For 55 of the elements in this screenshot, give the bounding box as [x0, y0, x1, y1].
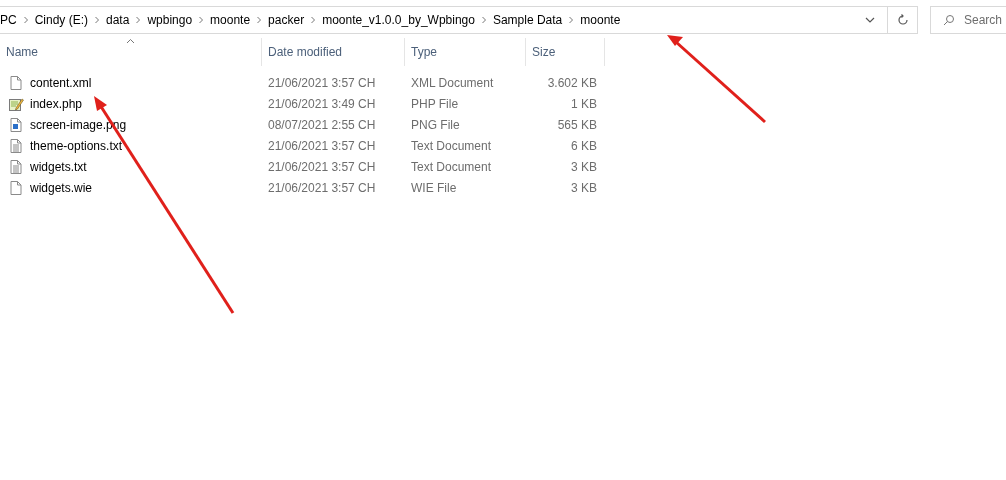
chevron-right-icon [479, 16, 488, 24]
search-icon [943, 14, 955, 26]
size-cell-text: 3 KB [570, 158, 598, 176]
file-name[interactable]: widgets.wie [30, 180, 93, 195]
size-cell-text: 6 KB [570, 137, 598, 155]
file-name[interactable]: theme-options.txt [30, 138, 123, 153]
chevron-right-icon [134, 16, 143, 24]
refresh-icon [896, 14, 909, 26]
breadcrumb-item[interactable]: Cindy (E:) [29, 13, 93, 27]
chevron-right-icon [255, 16, 264, 24]
breadcrumb-item[interactable]: moonte_v1.0.0_by_Wpbingo [317, 13, 480, 27]
date-cell-text: 21/06/2021 3:57 CH [267, 137, 377, 155]
column-header[interactable]: Date modified [262, 38, 405, 66]
type-cell-text: PNG File [410, 116, 461, 134]
size-cell-text: 565 KB [556, 116, 598, 134]
date-cell-text: 21/06/2021 3:49 CH [267, 95, 377, 113]
date-cell-text: 21/06/2021 3:57 CH [267, 74, 377, 92]
type-cell-text: Text Document [410, 137, 493, 155]
chevron-right-icon [309, 16, 318, 24]
breadcrumb-item[interactable]: Sample Data [487, 13, 568, 27]
text-file-icon [8, 137, 24, 154]
type-cell-text: WIE File [410, 179, 458, 197]
breadcrumb-item[interactable]: moonte [575, 13, 626, 27]
chevron-down-icon[interactable] [865, 16, 875, 24]
image-file-icon [8, 116, 24, 133]
breadcrumb-item[interactable]: packer [263, 13, 310, 27]
column-header[interactable]: Name [0, 38, 262, 66]
size-cell-text: 1 KB [570, 95, 598, 113]
type-cell-text: PHP File [410, 95, 460, 113]
breadcrumb-item[interactable]: PC [0, 13, 22, 27]
address-bar[interactable]: PC Cindy (E:) data wpbingo moonte packer moonte_v1.0.0_by_Wpbingo Sample Data moonte [0, 6, 918, 34]
column-header[interactable]: Type [405, 38, 526, 66]
date-cell-text: 08/07/2021 2:55 CH [267, 116, 377, 134]
size-cell-text: 3 KB [570, 179, 598, 197]
size-cell-text: 3.602 KB [546, 74, 598, 92]
type-cell-text: Text Document [410, 158, 493, 176]
date-cell-text: 21/06/2021 3:57 CH [267, 158, 377, 176]
search-field[interactable]: Search [930, 6, 1006, 34]
breadcrumb-item[interactable]: moonte [205, 13, 256, 27]
file-name[interactable]: content.xml [30, 75, 92, 90]
chevron-right-icon [21, 16, 30, 24]
breadcrumb-item[interactable]: data [101, 13, 135, 27]
file-icon [8, 74, 24, 91]
column-header[interactable]: Size [526, 38, 605, 66]
sort-ascending-icon [126, 38, 135, 44]
file-name[interactable]: index.php [30, 96, 83, 111]
chevron-right-icon [93, 16, 101, 24]
chevron-right-icon [197, 16, 206, 24]
chevron-right-icon [567, 16, 576, 24]
file-icon [8, 179, 24, 196]
date-cell-text: 21/06/2021 3:57 CH [267, 179, 377, 197]
text-file-icon [8, 158, 24, 175]
breadcrumb-item[interactable]: wpbingo [142, 13, 198, 27]
type-cell-text: XML Document [410, 74, 495, 92]
file-name[interactable]: widgets.txt [30, 159, 87, 174]
